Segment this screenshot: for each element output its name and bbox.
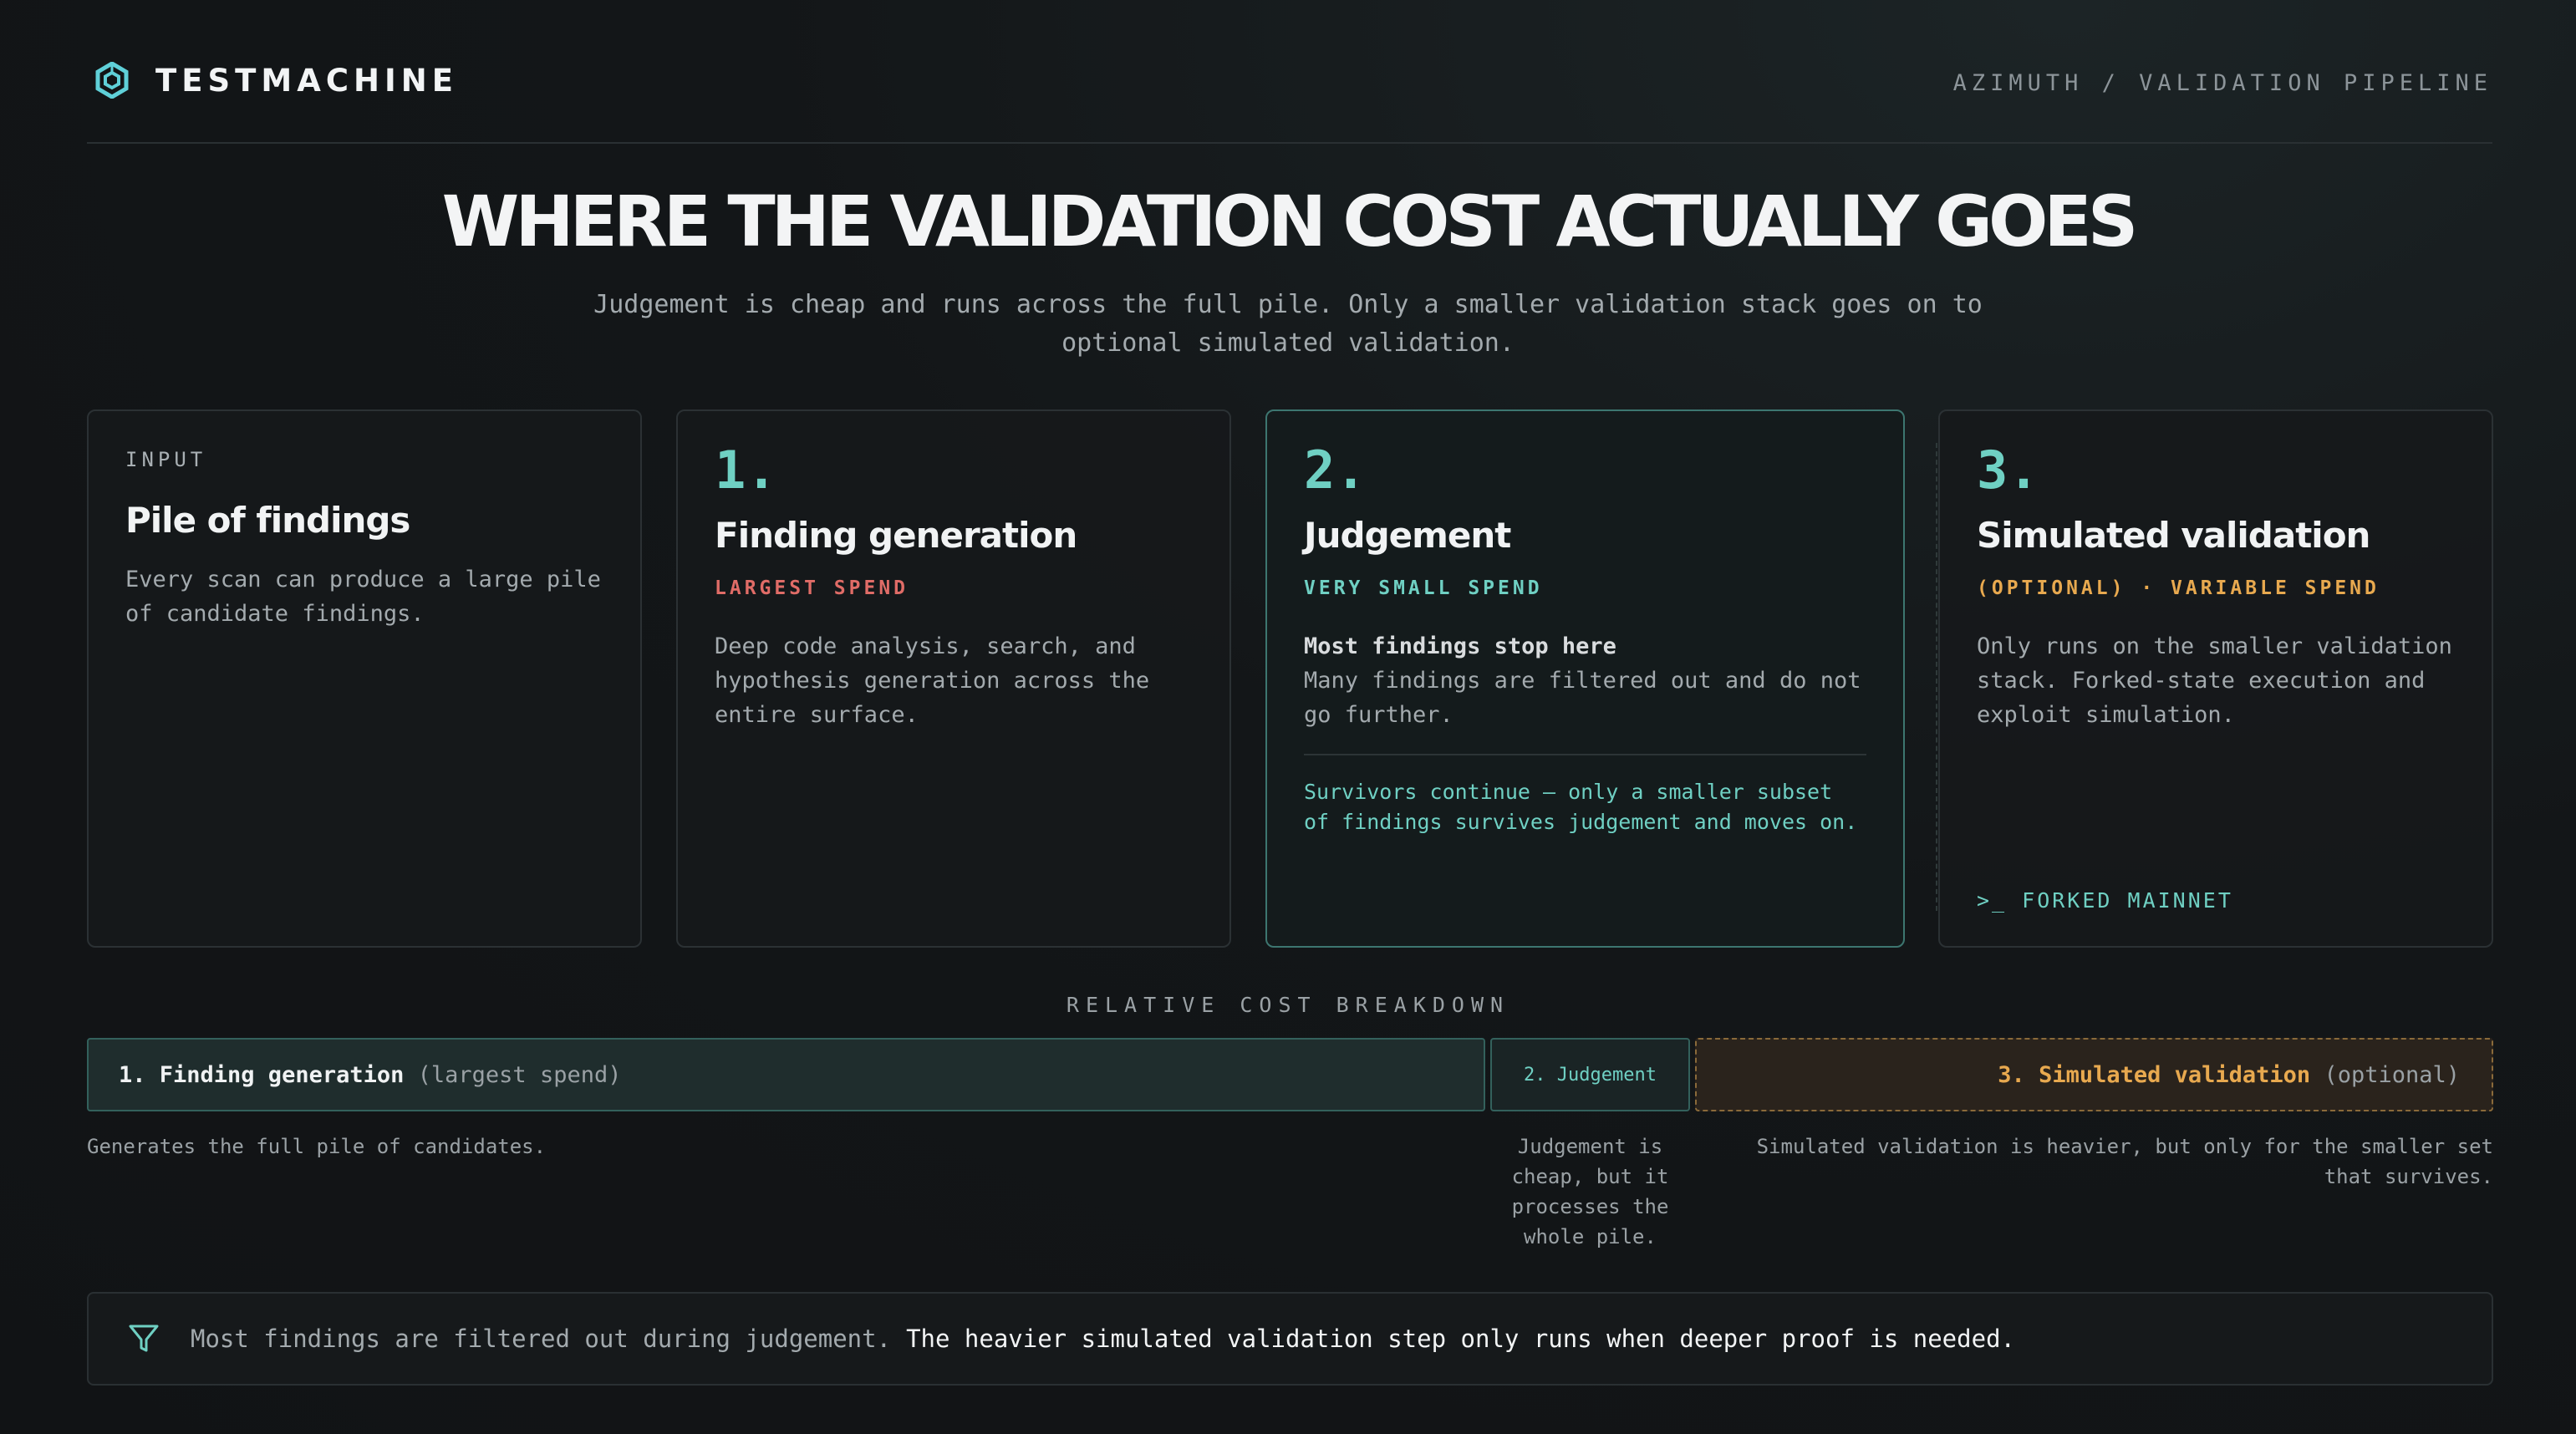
card-title: Simulated validation xyxy=(1977,515,2370,556)
card-title: Judgement xyxy=(1304,515,1511,556)
cost-bar-judgement: 2. Judgement xyxy=(1490,1038,1690,1111)
callout-muted-text: Most findings are filtered out during ju… xyxy=(191,1325,892,1353)
card-body-strong: Most findings stop here xyxy=(1304,633,1616,659)
dashed-connector xyxy=(1936,443,1937,911)
cost-bar-simulated-validation: 3. Simulated validation (optional) xyxy=(1695,1038,2493,1111)
step-number: 3. xyxy=(1977,440,2039,501)
brand-name: TESTMACHINE xyxy=(155,62,458,99)
step-number: 2. xyxy=(1304,440,1367,501)
card-judgement: 2. Judgement VERY SMALL SPEND Most findi… xyxy=(1265,409,1905,948)
step-number: 1. xyxy=(715,440,777,501)
bar-label: 1. Finding generation xyxy=(119,1061,405,1088)
hexagon-logo-icon xyxy=(95,62,129,99)
card-body: Only runs on the smaller validation stac… xyxy=(1977,633,2452,728)
bar-suffix: (largest spend) xyxy=(417,1061,622,1088)
summary-callout: Most findings are filtered out during ju… xyxy=(87,1292,2493,1386)
card-finding-generation: 1. Finding generation LARGEST SPEND Deep… xyxy=(676,409,1231,948)
forked-mainnet-tag: >_ FORKED MAINNET xyxy=(1977,888,2233,913)
card-body: Deep code analysis, search, and hypothes… xyxy=(715,633,1150,728)
brand: TESTMACHINE xyxy=(94,62,458,99)
bar-label: 3. Simulated validation xyxy=(1998,1061,2311,1088)
cost-bar-finding-generation: 1. Finding generation (largest spend) xyxy=(87,1038,1485,1111)
card-title: Pile of findings xyxy=(125,500,410,541)
card-body: Most findings stop here Many findings ar… xyxy=(1304,629,1866,732)
card-input: INPUT Pile of findings Every scan can pr… xyxy=(87,409,642,948)
card-body: Every scan can produce a large pile of c… xyxy=(125,567,601,627)
spend-label: (OPTIONAL) · VARIABLE SPEND xyxy=(1977,577,2380,599)
page-title: WHERE THE VALIDATION COST ACTUALLY GOES xyxy=(441,181,2139,262)
filter-icon xyxy=(129,1325,159,1352)
header-divider xyxy=(87,142,2492,144)
spend-label: VERY SMALL SPEND xyxy=(1304,577,1543,599)
bar-label: 2. Judgement xyxy=(1524,1064,1657,1086)
card-simulated-validation: 3. Simulated validation (OPTIONAL) · VAR… xyxy=(1938,409,2493,948)
card-divider xyxy=(1304,754,1866,755)
card-eyebrow: INPUT xyxy=(125,448,207,471)
callout-strong-text: The heavier simulated validation step on… xyxy=(906,1325,2015,1353)
bar-suffix: (optional) xyxy=(2324,1061,2460,1088)
spend-label: LARGEST SPEND xyxy=(715,577,909,599)
survivors-note: Survivors continue — only a smaller subs… xyxy=(1304,780,1858,834)
cost-note-judgement: Judgement is cheap, but it processes the… xyxy=(1511,1135,1669,1248)
page-subtitle: Judgement is cheap and runs across the f… xyxy=(593,290,1983,358)
card-title: Finding generation xyxy=(715,515,1077,556)
cost-note-generation: Generates the full pile of candidates. xyxy=(87,1135,547,1158)
cost-note-simulation: Simulated validation is heavier, but onl… xyxy=(1756,1135,2493,1188)
cost-breakdown-label: RELATIVE COST BREAKDOWN xyxy=(1066,993,1510,1017)
breadcrumb: AZIMUTH / VALIDATION PIPELINE xyxy=(1952,70,2492,96)
card-body-text: Many findings are filtered out and do no… xyxy=(1304,668,1861,728)
